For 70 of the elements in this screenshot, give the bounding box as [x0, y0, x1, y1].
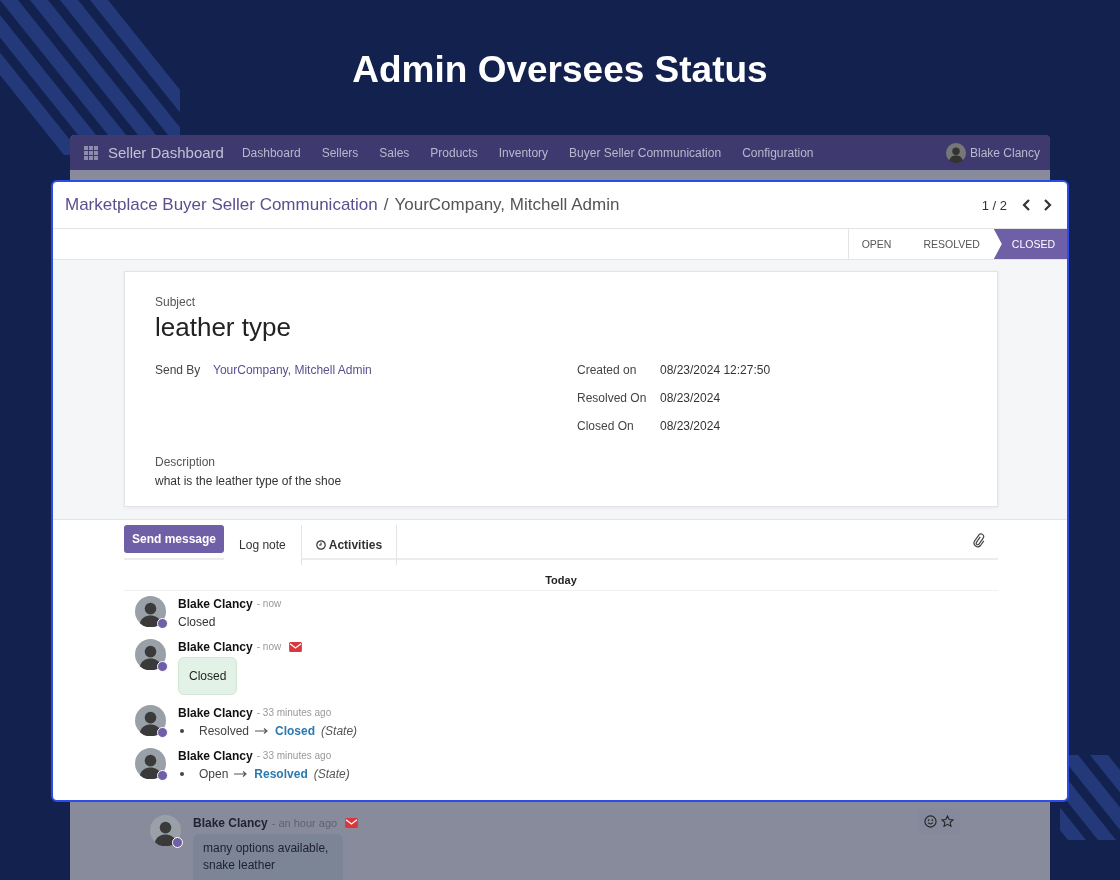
presence-dot [157, 770, 168, 781]
menu-item[interactable]: Configuration [742, 145, 814, 160]
field-value: 08/23/2024 [660, 419, 722, 435]
arrow-icon [255, 728, 270, 734]
avatar-icon [135, 596, 166, 627]
message-bubble: Closed [178, 657, 238, 695]
message-time: - 33 minutes ago [256, 750, 332, 761]
field-link[interactable]: YourCompany, Mitchell Admin [213, 363, 577, 391]
new-value: Closed [275, 724, 316, 738]
field-label: Description [155, 455, 217, 469]
new-value: Resolved [254, 767, 308, 781]
field-value: 08/23/2024 12:27:50 [660, 363, 772, 379]
clock-icon [315, 540, 326, 550]
menu-item[interactable]: Dashboard [241, 145, 301, 160]
avatar-icon[interactable] [945, 142, 966, 163]
avatar-icon [135, 748, 166, 779]
avatar-icon [135, 705, 166, 736]
breadcrumb-link[interactable]: Marketplace Buyer Seller Communication [65, 195, 378, 215]
menu-item[interactable]: Products [430, 145, 478, 160]
field-label: Closed On [577, 419, 635, 435]
menu-item[interactable]: Sales [379, 145, 410, 160]
field-name: (State) [313, 767, 350, 781]
menu-item[interactable]: Buyer Seller Communication [569, 145, 722, 160]
presence-dot [157, 661, 168, 672]
status-stage[interactable]: CLOSED [993, 229, 1067, 259]
menu-item[interactable]: Sellers [321, 145, 359, 160]
app-grid-icon[interactable] [84, 145, 98, 160]
envelope-icon [345, 817, 359, 828]
field-label: Send By [155, 363, 202, 379]
presence-dot [157, 727, 168, 738]
field-label: Created on [577, 363, 638, 379]
description-text: what is the leather type of the shoe [155, 474, 343, 488]
message-time: - 33 minutes ago [256, 707, 332, 718]
author-name: Blake Clancy [178, 596, 253, 611]
headline: Admin Oversees Status [352, 48, 768, 92]
avatar-icon [150, 815, 181, 846]
app-name[interactable]: Seller Dashboard [108, 144, 224, 161]
old-value: Open [199, 767, 229, 781]
message-bubble: many options available, snake leather [193, 834, 343, 880]
breadcrumb-separator: / [383, 195, 389, 215]
breadcrumb-current: YourCompany, Mitchell Admin [394, 195, 620, 215]
send-message-button[interactable]: Send message [124, 525, 225, 553]
pager-counter: 1 / 2 [981, 197, 1007, 213]
message-time: - now [256, 641, 282, 652]
subject-title: leather type [155, 312, 292, 343]
message-time: - now [256, 598, 282, 609]
field-label: Resolved On [577, 391, 648, 407]
avatar-icon [135, 639, 166, 670]
field-value: 08/23/2024 [660, 391, 722, 407]
star-icon[interactable] [941, 815, 954, 828]
author-name: Blake Clancy [178, 705, 253, 720]
activities-button[interactable]: Activities [300, 525, 398, 565]
presence-dot [157, 618, 168, 629]
arrow-icon [234, 771, 249, 777]
user-name[interactable]: Blake Clancy [969, 145, 1040, 160]
author-name: Blake Clancy [178, 639, 253, 654]
paperclip-icon[interactable] [971, 533, 986, 548]
author-name: Blake Clancy [178, 748, 253, 763]
envelope-icon [289, 641, 303, 652]
date-separator: Today [545, 574, 577, 586]
bullet-icon [180, 772, 184, 776]
author-name: Blake Clancy [193, 815, 268, 830]
old-value: Resolved [199, 724, 250, 738]
menu-item[interactable]: Inventory [498, 145, 549, 160]
field-label: Subject [155, 295, 197, 309]
bullet-icon [180, 729, 184, 733]
smiley-icon[interactable] [924, 815, 937, 828]
presence-dot [172, 837, 183, 848]
message-text: Closed [178, 615, 217, 629]
field-name: (State) [321, 724, 358, 738]
